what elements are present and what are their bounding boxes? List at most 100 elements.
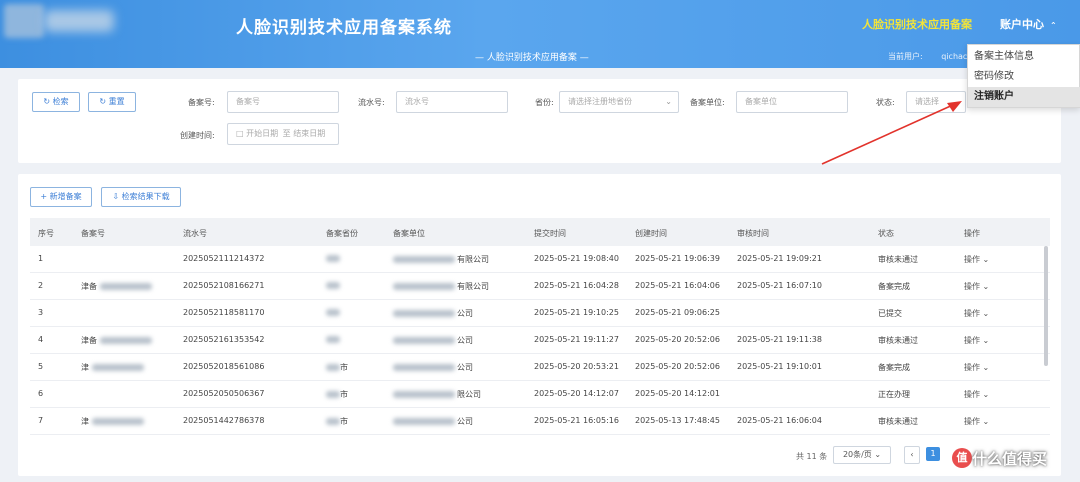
chevron-down-icon: ⌄	[665, 97, 672, 106]
table-cell-reviewed: 2025-05-21 19:11:38	[737, 335, 822, 344]
table-cell-serial: 2025052161353542	[183, 335, 265, 344]
unit-suffix: 公司	[457, 336, 473, 345]
table-cell-op[interactable]: 操作 ⌄	[964, 254, 989, 265]
date-range-picker[interactable]: □ 开始日期 至 结束日期	[227, 123, 339, 145]
search-button[interactable]: ↻ 检索	[32, 92, 80, 112]
table-cell-no: 3	[38, 308, 44, 317]
row-action-label: 操作	[964, 309, 980, 318]
table-cell-no: 2	[38, 281, 44, 290]
redacted-text	[393, 256, 455, 263]
dropdown-item-profile[interactable]: 备案主体信息	[968, 47, 1080, 67]
table-cell-created: 2025-05-20 14:12:01	[635, 389, 720, 398]
table-cell-province: 市	[326, 416, 348, 427]
table-cell-created: 2025-05-21 19:06:39	[635, 254, 720, 263]
page-size-select[interactable]: 20条/页 ⌄	[833, 446, 891, 464]
table-cell-no: 5	[38, 362, 44, 371]
table-cell-record: 津	[81, 416, 144, 427]
dropdown-item-password[interactable]: 密码修改	[968, 67, 1080, 87]
table-row: 1 2025052111214372 有限公司 2025-05-21 19:08:40…	[30, 246, 1050, 273]
table-cell-op[interactable]: 操作 ⌄	[964, 362, 989, 373]
redacted-text	[92, 418, 144, 425]
current-user: 当前用户: qichac	[888, 51, 967, 62]
table-cell-reviewed: 2025-05-21 19:10:01	[737, 362, 822, 371]
table-cell-created: 2025-05-20 20:52:06	[635, 362, 720, 371]
table-cell-op[interactable]: 操作 ⌄	[964, 308, 989, 319]
table-cell-status: 审核未通过	[878, 255, 918, 264]
logo-text-blurred	[44, 10, 114, 32]
redacted-text	[326, 255, 340, 262]
unit-input[interactable]: 备案单位	[736, 91, 848, 113]
chevron-up-icon: ⌃	[1050, 21, 1057, 30]
col-header: 备案号	[81, 229, 105, 238]
watermark-text: 什么值得买	[972, 450, 1048, 468]
table-cell-op[interactable]: 操作 ⌄	[964, 389, 989, 400]
page-number-current[interactable]: 1	[926, 447, 940, 461]
table-cell-submitted: 2025-05-20 14:12:07	[534, 389, 619, 398]
account-center-menu[interactable]: 账户中心 ⌃	[1000, 16, 1057, 32]
table-row: 2 津备 2025052108166271 有限公司 2025-05-21 16:04:…	[30, 273, 1050, 300]
province-suffix: 市	[340, 363, 348, 372]
table-cell-status: 正在办理	[878, 390, 910, 399]
serial-no-label: 流水号:	[358, 98, 385, 107]
redacted-text	[326, 336, 340, 343]
table-cell-created: 2025-05-21 16:04:06	[635, 281, 720, 290]
col-header: 状态	[878, 229, 894, 238]
refresh-icon: ↻	[43, 97, 51, 106]
table-cell-record: 津备	[81, 335, 152, 346]
status-select[interactable]: 请选择	[906, 91, 966, 113]
chevron-down-icon: ⌄	[980, 282, 990, 291]
account-center-label: 账户中心	[1000, 18, 1044, 31]
current-user-value: qichac	[941, 52, 968, 61]
redacted-text	[393, 337, 455, 344]
table-cell-op[interactable]: 操作 ⌄	[964, 416, 989, 427]
table-cell-created: 2025-05-21 09:06:25	[635, 308, 720, 317]
add-record-button[interactable]: + 新增备案	[30, 187, 92, 207]
table-cell-submitted: 2025-05-21 16:04:28	[534, 281, 619, 290]
table-cell-unit-suffix: 公司	[393, 308, 473, 319]
redacted-text	[393, 310, 455, 317]
nav-link-face-record[interactable]: 人脸识别技术应用备案	[862, 16, 972, 32]
table-scrollbar[interactable]	[1044, 246, 1048, 366]
chevron-down-icon: ⌄	[874, 450, 882, 459]
record-prefix: 津	[81, 363, 89, 372]
row-action-label: 操作	[964, 336, 980, 345]
table-cell-serial: 2025052108166271	[183, 281, 265, 290]
serial-no-input[interactable]: 流水号	[396, 91, 508, 113]
redacted-text	[326, 391, 340, 398]
region-select[interactable]: 请选择注册地省份 ⌄	[559, 91, 679, 113]
table-cell-reviewed: 2025-05-21 19:09:21	[737, 254, 822, 263]
download-results-button[interactable]: ⇩ 检索结果下载	[101, 187, 181, 207]
prev-page-button[interactable]: ‹	[904, 446, 920, 464]
table-cell-province	[326, 308, 340, 317]
table-cell-op[interactable]: 操作 ⌄	[964, 281, 989, 292]
pagination-total: 共 11 条	[796, 452, 828, 461]
row-action-label: 操作	[964, 255, 980, 264]
watermark-logo-icon: 值	[952, 448, 972, 468]
redacted-text	[326, 282, 340, 289]
dropdown-item-deactivate[interactable]: 注销账户	[968, 87, 1080, 107]
redacted-text	[326, 418, 340, 425]
redacted-text	[393, 418, 455, 425]
table-cell-serial: 2025052111214372	[183, 254, 265, 263]
province-suffix: 市	[340, 417, 348, 426]
table-panel: + 新增备案 ⇩ 检索结果下载 序号 备案号 流水号 备案省份 备案单位 提交时…	[18, 174, 1061, 476]
table-cell-submitted: 2025-05-21 19:11:27	[534, 335, 619, 344]
table-cell-created: 2025-05-13 17:48:45	[635, 416, 720, 425]
col-header: 审核时间	[737, 229, 769, 238]
filter-panel: ↻ 检索 ↻ 重置 备案号: 备案号 流水号: 流水号 省份: 请选择注册地省份…	[18, 79, 1061, 163]
table-cell-serial: 2025052050506367	[183, 389, 265, 398]
created-time-label: 创建时间:	[180, 131, 215, 140]
page-subtitle: — 人脸识别技术应用备案 —	[475, 53, 589, 63]
table-cell-submitted: 2025-05-21 19:08:40	[534, 254, 619, 263]
table-cell-unit-suffix: 限公司	[393, 389, 481, 400]
redacted-text	[326, 309, 340, 316]
table-row: 6 2025052050506367 市 限公司 2025-05-20 14:12:07…	[30, 381, 1050, 408]
reset-button[interactable]: ↻ 重置	[88, 92, 136, 112]
chevron-down-icon: ⌄	[980, 309, 990, 318]
table-cell-unit-suffix: 有限公司	[393, 254, 489, 265]
table-cell-op[interactable]: 操作 ⌄	[964, 335, 989, 346]
record-no-input[interactable]: 备案号	[227, 91, 339, 113]
redacted-text	[100, 283, 152, 290]
refresh-icon: ↻	[99, 97, 107, 106]
calendar-icon: □	[236, 129, 244, 138]
